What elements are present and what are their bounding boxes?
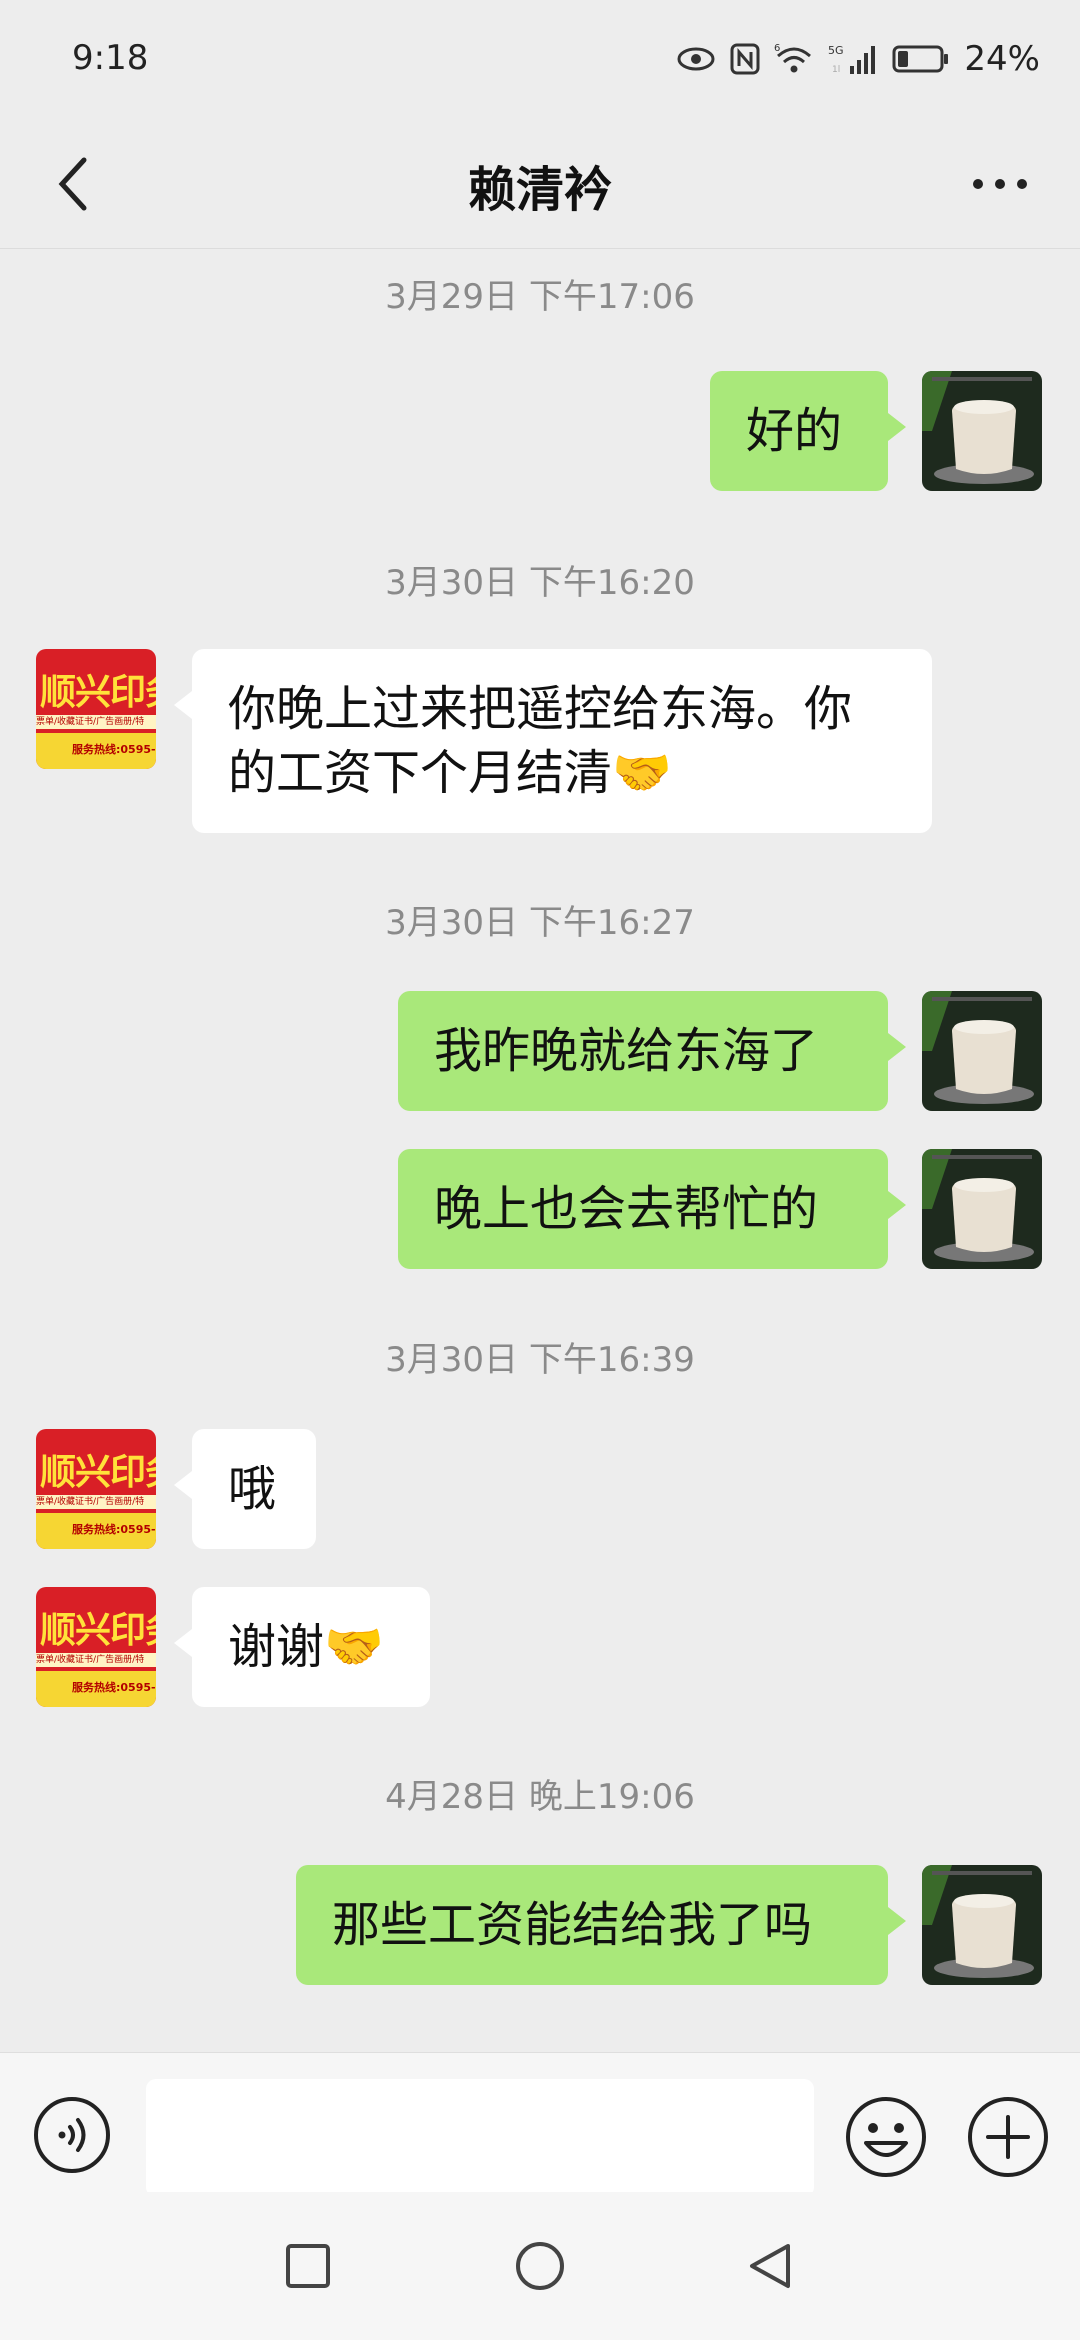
shop-name: 顺兴印务	[40, 672, 156, 713]
shop-services: 票单/收藏证书/广告画册/特	[36, 1495, 156, 1509]
message-bubble-sent[interactable]: 好的	[710, 371, 906, 491]
emoji-button[interactable]	[844, 2095, 928, 2179]
eye-icon	[676, 39, 716, 79]
more-functions-button[interactable]	[966, 2095, 1050, 2179]
triangle-back-icon	[750, 2244, 790, 2288]
timestamp: 3月30日 下午16:20	[385, 563, 695, 603]
status-time: 9:18	[72, 38, 149, 78]
svg-text:6: 6	[774, 43, 780, 54]
my-avatar[interactable]	[922, 1149, 1042, 1269]
battery-icon	[892, 39, 950, 79]
shop-phone: 服务热线:0595-27	[72, 1681, 156, 1694]
message-list[interactable]: 3月29日 下午17:06 好的 3月30日 下午16:20 顺兴印务 票单/收…	[0, 249, 1080, 2052]
cellular-signal-icon: 5G 1l	[828, 39, 878, 79]
message-bubble-sent[interactable]: 我昨晚就给东海了	[398, 991, 906, 1111]
chat-header: 赖清衿	[0, 120, 1080, 249]
battery-percent: 24%	[964, 39, 1040, 79]
timestamp: 4月28日 晚上19:06	[385, 1777, 695, 1817]
shop-phone: 服务热线:0595-27	[72, 743, 156, 756]
message-bubble-sent[interactable]: 那些工资能结给我了吗	[296, 1865, 906, 1985]
contact-avatar[interactable]: 顺兴印务 票单/收藏证书/广告画册/特 服务热线:0595-27	[36, 1587, 156, 1707]
timestamp: 3月30日 下午16:39	[385, 1340, 695, 1380]
voice-icon	[34, 2097, 110, 2173]
input-bar	[0, 2052, 1080, 2197]
message-bubble-received[interactable]: 你晚上过来把遥控给东海。你的工资下个月结清🤝	[174, 649, 932, 833]
voice-input-button[interactable]	[32, 2095, 112, 2175]
system-navigation-bar	[0, 2192, 1080, 2340]
message-row: 那些工资能结给我了吗	[0, 1865, 1080, 1985]
status-icons: 6 5G 1l 24%	[676, 36, 1040, 82]
message-row: 顺兴印务 票单/收藏证书/广告画册/特 服务热线:0595-27 谢谢🤝	[0, 1587, 1080, 1707]
message-input[interactable]	[146, 2079, 814, 2197]
plus-icon	[968, 2097, 1048, 2177]
back-nav-button[interactable]	[730, 2226, 810, 2306]
message-bubble-sent[interactable]: 晚上也会去帮忙的	[398, 1149, 906, 1269]
svg-text:5G: 5G	[828, 44, 844, 57]
circle-icon	[516, 2242, 564, 2290]
shop-name: 顺兴印务	[40, 1452, 156, 1493]
home-button[interactable]	[500, 2226, 580, 2306]
square-icon	[286, 2244, 330, 2288]
message-row: 顺兴印务 票单/收藏证书/广告画册/特 服务热线:0595-27 你晚上过来把遥…	[0, 649, 1080, 833]
contact-avatar[interactable]: 顺兴印务 票单/收藏证书/广告画册/特 服务热线:0595-27	[36, 649, 156, 769]
status-bar: 9:18 6 5G 1l 24%	[0, 0, 1080, 120]
emoji-icon	[846, 2097, 926, 2177]
shop-phone: 服务热线:0595-27	[72, 1523, 156, 1536]
message-row: 晚上也会去帮忙的	[0, 1149, 1080, 1269]
timestamp: 3月30日 下午16:27	[385, 903, 695, 943]
nfc-icon	[730, 39, 760, 79]
message-row: 顺兴印务 票单/收藏证书/广告画册/特 服务热线:0595-27 哦	[0, 1429, 1080, 1549]
timestamp: 3月29日 下午17:06	[385, 277, 695, 317]
shop-services: 票单/收藏证书/广告画册/特	[36, 1653, 156, 1667]
shop-logo-avatar: 顺兴印务 票单/收藏证书/广告画册/特 服务热线:0595-27	[36, 1587, 156, 1707]
more-dots-icon	[973, 179, 1027, 189]
svg-text:1l: 1l	[832, 65, 840, 75]
message-bubble-received[interactable]: 哦	[174, 1429, 316, 1549]
more-options-button[interactable]	[960, 148, 1040, 220]
my-avatar[interactable]	[922, 1865, 1042, 1985]
message-bubble-received[interactable]: 谢谢🤝	[174, 1587, 430, 1707]
my-avatar[interactable]	[922, 371, 1042, 491]
wifi-icon: 6	[774, 39, 814, 79]
contact-avatar[interactable]: 顺兴印务 票单/收藏证书/广告画册/特 服务热线:0595-27	[36, 1429, 156, 1549]
shop-services: 票单/收藏证书/广告画册/特	[36, 715, 156, 729]
shop-logo-avatar: 顺兴印务 票单/收藏证书/广告画册/特 服务热线:0595-27	[36, 649, 156, 769]
chat-title: 赖清衿	[467, 162, 612, 218]
my-avatar[interactable]	[922, 991, 1042, 1111]
message-row: 我昨晚就给东海了	[0, 991, 1080, 1111]
shop-name: 顺兴印务	[40, 1610, 156, 1651]
recents-button[interactable]	[268, 2226, 348, 2306]
shop-logo-avatar: 顺兴印务 票单/收藏证书/广告画册/特 服务热线:0595-27	[36, 1429, 156, 1549]
message-row: 好的	[0, 371, 1080, 491]
